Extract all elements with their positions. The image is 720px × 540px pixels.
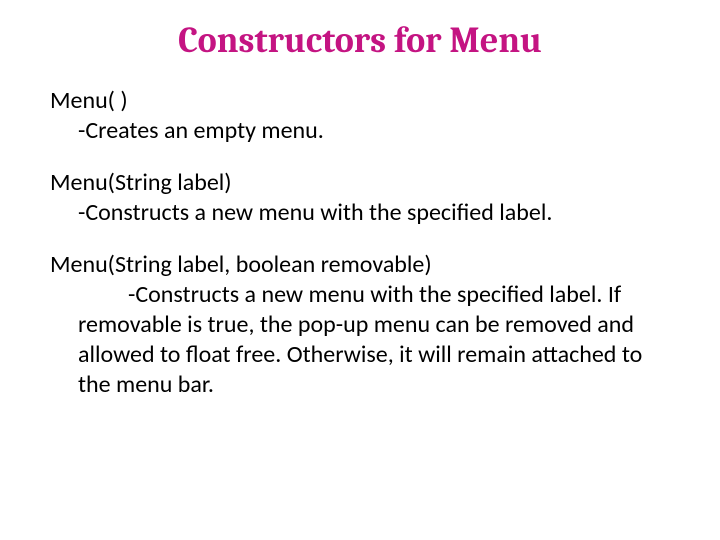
constructor-description: -Creates an empty menu. bbox=[50, 116, 670, 146]
slide-title: Constructors for Menu bbox=[50, 20, 670, 61]
constructor-description: -Constructs a new menu with the specifie… bbox=[50, 198, 670, 228]
slide: Constructors for Menu Menu( ) -Creates a… bbox=[0, 0, 720, 452]
constructor-block: Menu( ) -Creates an empty menu. bbox=[50, 86, 670, 146]
constructor-block: Menu(String label) -Constructs a new men… bbox=[50, 168, 670, 228]
constructor-signature: Menu(String label) bbox=[50, 168, 670, 198]
constructor-block: Menu(String label, boolean removable) -C… bbox=[50, 250, 670, 400]
constructor-signature: Menu( ) bbox=[50, 86, 670, 116]
constructor-signature: Menu(String label, boolean removable) bbox=[50, 250, 670, 280]
constructor-description: -Constructs a new menu with the specifie… bbox=[50, 280, 670, 400]
